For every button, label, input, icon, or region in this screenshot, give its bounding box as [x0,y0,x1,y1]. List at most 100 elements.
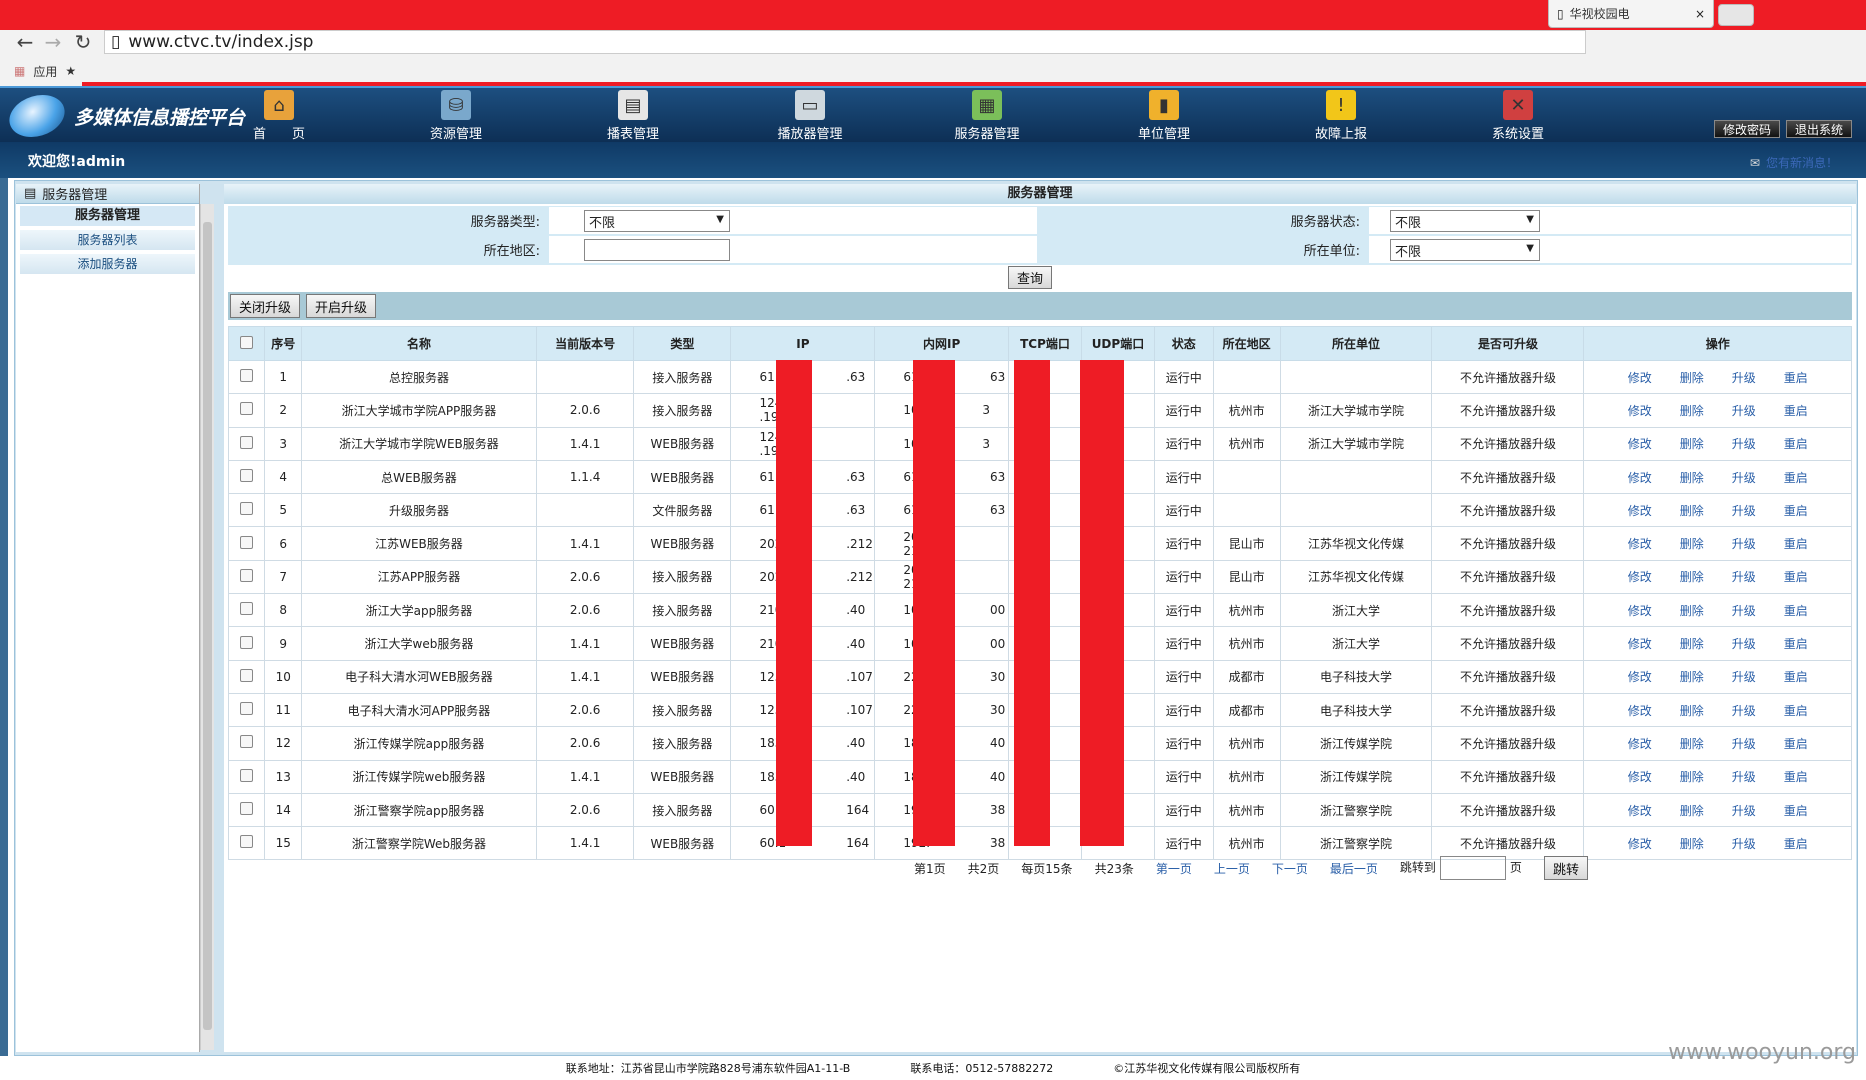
edit-link[interactable]: 修改 [1628,504,1652,518]
row-checkbox[interactable] [240,602,254,616]
edit-link[interactable]: 修改 [1628,770,1652,784]
upgrade-link[interactable]: 升级 [1732,537,1756,551]
sidebar-scrollbar[interactable] [200,204,214,1050]
restart-link[interactable]: 重启 [1784,670,1808,684]
delete-link[interactable]: 删除 [1680,371,1704,385]
nav-item-7[interactable]: ✕ 系统设置 [1463,90,1573,142]
delete-link[interactable]: 删除 [1680,537,1704,551]
restart-link[interactable]: 重启 [1784,804,1808,818]
restart-link[interactable]: 重启 [1784,837,1808,851]
jump-button[interactable]: 跳转 [1543,856,1588,880]
sidebar-item-add-server[interactable]: 添加服务器 [20,254,195,274]
edit-link[interactable]: 修改 [1628,670,1652,684]
upgrade-link[interactable]: 升级 [1732,471,1756,485]
new-tab-button[interactable] [1718,4,1754,26]
delete-link[interactable]: 删除 [1680,404,1704,418]
first-page-link[interactable]: 第一页 [1156,860,1192,877]
edit-link[interactable]: 修改 [1628,604,1652,618]
row-checkbox[interactable] [240,502,254,516]
delete-link[interactable]: 删除 [1680,837,1704,851]
delete-link[interactable]: 删除 [1680,670,1704,684]
reload-icon[interactable]: ↻ [70,30,96,54]
forward-arrow-icon[interactable]: → [40,30,66,54]
delete-link[interactable]: 删除 [1680,570,1704,584]
nav-item-2[interactable]: ▤ 播表管理 [578,90,688,142]
upgrade-link[interactable]: 升级 [1732,837,1756,851]
back-arrow-icon[interactable]: ← [12,30,38,54]
restart-link[interactable]: 重启 [1784,737,1808,751]
edit-link[interactable]: 修改 [1628,471,1652,485]
restart-link[interactable]: 重启 [1784,704,1808,718]
upgrade-link[interactable]: 升级 [1732,637,1756,651]
address-bar[interactable]: ▯ www.ctvc.tv/index.jsp [104,30,1586,54]
edit-link[interactable]: 修改 [1628,404,1652,418]
prev-page-link[interactable]: 上一页 [1214,860,1250,877]
close-tab-icon[interactable]: × [1695,7,1705,21]
row-checkbox[interactable] [240,402,254,416]
delete-link[interactable]: 删除 [1680,770,1704,784]
query-button[interactable]: 查询 [1008,266,1053,289]
upgrade-link[interactable]: 升级 [1732,604,1756,618]
row-checkbox[interactable] [240,535,254,549]
row-checkbox[interactable] [240,568,254,582]
nav-item-1[interactable]: ⛁ 资源管理 [401,90,511,142]
delete-link[interactable]: 删除 [1680,737,1704,751]
restart-link[interactable]: 重启 [1784,404,1808,418]
upgrade-link[interactable]: 升级 [1732,804,1756,818]
server-status-select[interactable]: 不限 ▼ [1390,210,1540,232]
row-checkbox[interactable] [240,469,254,483]
nav-item-3[interactable]: ▭ 播放器管理 [755,90,865,142]
sidebar-group[interactable]: 服务器管理 [20,206,195,226]
delete-link[interactable]: 删除 [1680,804,1704,818]
delete-link[interactable]: 删除 [1680,471,1704,485]
delete-link[interactable]: 删除 [1680,604,1704,618]
apps-grid-icon[interactable]: ▦ [14,64,25,78]
restart-link[interactable]: 重启 [1784,537,1808,551]
upgrade-link[interactable]: 升级 [1732,670,1756,684]
region-input[interactable] [584,239,730,261]
nav-item-6[interactable]: ! 故障上报 [1286,90,1396,142]
row-checkbox[interactable] [240,702,254,716]
restart-link[interactable]: 重启 [1784,770,1808,784]
edit-link[interactable]: 修改 [1628,371,1652,385]
nav-item-5[interactable]: ▮ 单位管理 [1109,90,1219,142]
upgrade-link[interactable]: 升级 [1732,404,1756,418]
star-icon[interactable]: ★ [65,64,76,78]
row-checkbox[interactable] [240,768,254,782]
next-page-link[interactable]: 下一页 [1272,860,1308,877]
restart-link[interactable]: 重启 [1784,637,1808,651]
upgrade-link[interactable]: 升级 [1732,737,1756,751]
row-checkbox[interactable] [240,802,254,815]
row-checkbox[interactable] [240,835,254,849]
edit-link[interactable]: 修改 [1628,537,1652,551]
apps-bookmark[interactable]: 应用 [33,63,57,80]
edit-link[interactable]: 修改 [1628,437,1652,451]
delete-link[interactable]: 删除 [1680,637,1704,651]
close-upgrade-button[interactable]: 关闭升级 [230,294,301,318]
edit-link[interactable]: 修改 [1628,704,1652,718]
logout-button[interactable]: 退出系统 [1785,120,1852,138]
delete-link[interactable]: 删除 [1680,437,1704,451]
edit-link[interactable]: 修改 [1628,570,1652,584]
edit-link[interactable]: 修改 [1628,804,1652,818]
row-checkbox[interactable] [240,668,254,682]
upgrade-link[interactable]: 升级 [1732,770,1756,784]
scroll-thumb[interactable] [203,222,212,1030]
row-checkbox[interactable] [240,435,254,449]
open-upgrade-button[interactable]: 开启升级 [306,294,377,318]
delete-link[interactable]: 删除 [1680,704,1704,718]
nav-item-4[interactable]: ▦ 服务器管理 [932,90,1042,142]
message-link[interactable]: ✉ 您有新消息！ [1750,154,1838,171]
jump-page-input[interactable] [1439,856,1506,880]
upgrade-link[interactable]: 升级 [1732,437,1756,451]
restart-link[interactable]: 重启 [1784,471,1808,485]
browser-tab[interactable]: ▯ 华视校园电 × [1548,0,1714,28]
restart-link[interactable]: 重启 [1784,437,1808,451]
change-password-button[interactable]: 修改密码 [1713,120,1780,138]
sidebar-item-server-list[interactable]: 服务器列表 [20,230,195,250]
upgrade-link[interactable]: 升级 [1732,570,1756,584]
delete-link[interactable]: 删除 [1680,504,1704,518]
upgrade-link[interactable]: 升级 [1732,504,1756,518]
row-checkbox[interactable] [240,369,254,383]
select-all-checkbox[interactable] [240,335,254,349]
